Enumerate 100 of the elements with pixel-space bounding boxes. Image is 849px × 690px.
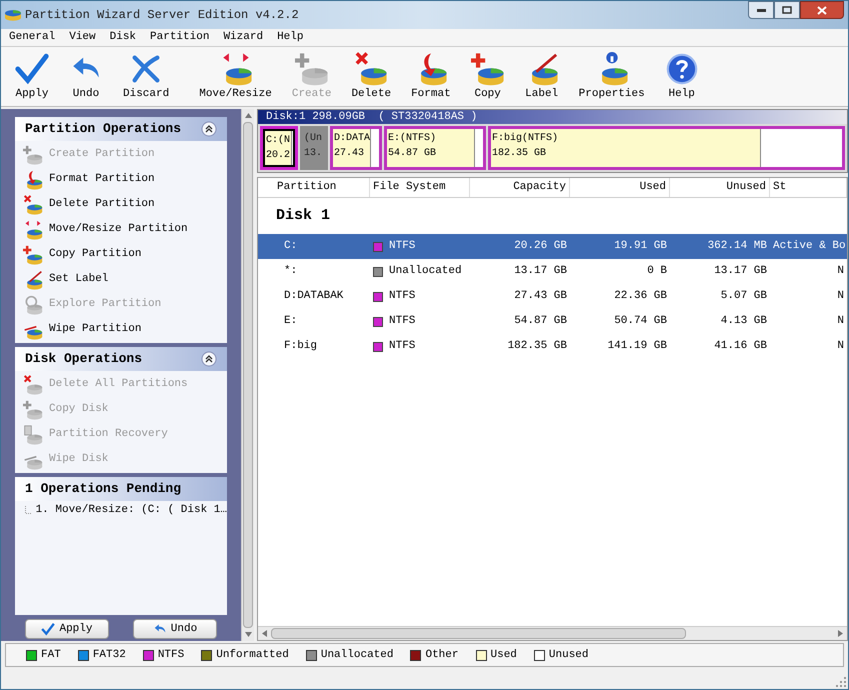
toolbar-button[interactable]: Move/Resize [193,52,278,102]
table-cell-text: 50.74 GB [613,314,668,330]
minimize-button[interactable] [748,1,774,19]
table-cell-text: 362.14 MB [706,239,768,254]
pending-operation[interactable]: 1. Move/Resize: (C: ( Disk 1… [36,502,227,518]
table-cell-text: 4.13 GB [720,314,768,330]
disk-stack-icon [5,8,21,22]
resize-grip-icon[interactable] [836,677,846,687]
menu-item[interactable]: View [69,29,96,46]
partition-block[interactable]: D:DATA 27.43 [330,126,382,170]
collapse-icon[interactable] [201,121,217,137]
table-row[interactable]: C: NTFS 20.26 GB 19.91 GB 362.14 MB Active & Bo [258,234,847,259]
partition-size: 20.2 [266,149,292,163]
partition-size: 54.87 GB [388,147,438,161]
action-button[interactable]: Apply [25,619,109,639]
disk-stack-icon [23,374,43,394]
partition-block[interactable]: E:(NTFS) 54.87 GB [384,126,486,170]
partition-size: 182.35 GB [492,147,548,161]
disk-stack-icon [23,144,43,164]
action-button[interactable]: Undo [133,619,217,639]
partition-size: 27.43 [334,147,366,161]
maximize-button[interactable] [774,1,800,19]
table-row[interactable]: *: Unallocated 13.17 GB 0 B 13.17 GB N [258,259,847,284]
checkmark-icon [41,622,56,636]
disk-stack-icon [23,400,43,420]
table-cell-text: 41.16 GB [713,339,768,354]
collapse-icon[interactable] [201,351,217,367]
column-header[interactable]: Capacity [470,178,570,197]
toolbar-button[interactable]: Apply [9,52,55,102]
table-cell-text: 141.19 GB [606,339,668,354]
menu-item[interactable]: Disk [110,29,136,46]
table-cell-text: NTFS [389,239,416,254]
toolbar-button[interactable]: Undo [63,52,109,102]
help-icon [664,52,699,86]
section-title: Disk Operations [25,350,142,368]
partition-block[interactable]: C:(N 20.2 [260,126,298,170]
disk-stack-icon [294,52,329,86]
task-link[interactable]: Set Label [15,267,227,292]
scroll-down-icon[interactable] [244,632,252,637]
toolbar-button[interactable]: Discard [117,52,176,102]
legend-label: Unused [548,648,589,663]
toolbar-button[interactable]: Label [518,52,565,102]
table-cell-text: N [836,314,845,330]
section-title: Partition Operations [25,120,182,138]
table-cell-text: 5.07 GB [720,289,768,304]
partition-label: E:(NTFS) [388,132,438,146]
table-row[interactable]: F:big NTFS 182.35 GB 141.19 GB 41.16 GB N [258,334,847,359]
table-cell-text: C: [283,239,298,254]
scroll-thumb[interactable] [271,628,686,639]
task-link[interactable]: Wipe Partition [15,317,227,342]
scroll-right-icon[interactable] [838,630,843,637]
horizontal-scrollbar[interactable] [258,626,847,640]
table-cell-text: 13.17 GB [713,264,768,280]
maximize-icon [782,6,792,14]
table-cell-text: NTFS [389,339,416,354]
section-header[interactable]: Partition Operations [15,117,227,141]
column-header[interactable]: Used [570,178,670,197]
table-cell-text: 20.26 GB [513,239,568,254]
table-row[interactable]: D:DATABAK NTFS 27.43 GB 22.36 GB 5.07 GB N [258,284,847,309]
partition-block[interactable]: F:big(NTFS) 182.35 GB [488,126,845,170]
scroll-thumb[interactable] [243,122,253,628]
column-header[interactable]: Partition [274,178,370,197]
toolbar-button[interactable]: Delete [345,52,398,102]
legend-label: Unallocated [320,648,394,663]
table-cell-text: NTFS [389,289,416,304]
task-link[interactable]: Move/Resize Partition [15,217,227,242]
table-cell-text: F:big [283,339,318,354]
window-title: Partition Wizard Server Edition v4.2.2 [25,7,300,24]
table-row[interactable]: E: NTFS 54.87 GB 50.74 GB 4.13 GB N [258,309,847,334]
partition-label: C:(N [266,134,292,148]
task-link[interactable]: Delete Partition [15,192,227,217]
close-button[interactable] [800,1,844,19]
group-heading: Disk 1 [275,206,332,226]
table-cell-text: D:DATABAK [283,289,344,304]
scroll-left-icon[interactable] [262,630,267,637]
scroll-up-icon[interactable] [244,113,252,118]
table-cell-text: 22.36 GB [613,289,668,304]
legend-label: FAT32 [92,648,126,663]
table-cell-text: 0 B [646,264,668,280]
task-link[interactable]: Copy Partition [15,242,227,267]
task-link[interactable]: Format Partition [15,167,227,192]
toolbar-button[interactable]: Help [658,52,705,102]
menu-item[interactable]: Partition [150,29,210,46]
menu-item[interactable]: Wizard [223,29,264,46]
toolbar-button[interactable]: Format [405,52,457,102]
column-header[interactable]: St [770,178,847,197]
unallocated-block[interactable]: (Un 13. [300,126,328,170]
table-cell-text: 13.17 GB [513,264,568,280]
column-header[interactable]: File System [370,178,470,197]
toolbar-button[interactable]: Properties [572,52,651,102]
legend-label: Used [490,648,517,663]
section-header[interactable]: Disk Operations [15,347,227,371]
menu-item[interactable]: Help [277,29,304,46]
disk-stack-icon [23,194,43,214]
checkmark-icon [15,52,49,86]
menu-item[interactable]: General [9,29,56,46]
vertical-scrollbar[interactable] [241,109,254,641]
column-header[interactable]: Unused [670,178,770,197]
disk-stack-icon [354,52,388,86]
toolbar-button[interactable]: Copy [464,52,511,102]
